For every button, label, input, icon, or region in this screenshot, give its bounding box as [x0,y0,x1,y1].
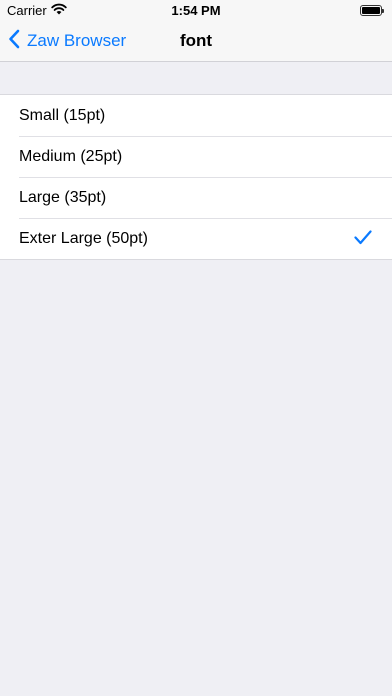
checkmark-icon [354,230,372,250]
page-title: font [179,31,213,50]
font-option-label: Large (35pt) [19,188,107,206]
font-size-list: Small (15pt) Medium (25pt) Large (35pt) … [0,94,392,260]
status-time: 1:54 PM [171,3,221,18]
font-option-medium[interactable]: Medium (25pt) [0,136,392,177]
battery-level [362,7,380,14]
font-option-label: Exter Large (50pt) [19,229,148,247]
font-option-label: Medium (25pt) [19,147,123,165]
font-option-extra-large[interactable]: Exter Large (50pt) [0,218,392,259]
font-option-small[interactable]: Small (15pt) [0,95,392,136]
navigation-bar: Zaw Browser font [0,22,392,62]
status-bar: Carrier 1:54 PM [0,0,392,22]
battery-icon [360,5,384,16]
font-option-large[interactable]: Large (35pt) [0,177,392,218]
font-option-label: Small (15pt) [19,106,106,124]
